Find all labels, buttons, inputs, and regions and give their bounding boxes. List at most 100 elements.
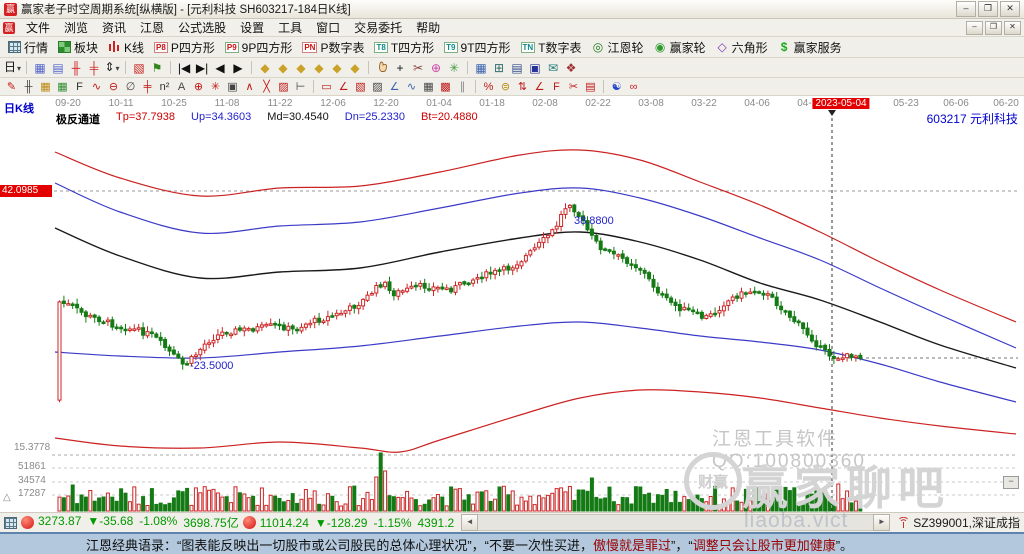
pencil-tool-icon[interactable]: ✎ xyxy=(3,79,20,95)
rays-icon[interactable]: ∠ xyxy=(335,79,352,95)
chart-area[interactable]: 日K线 09-20 10-11 10-25 11-08 11-22 12-06 12-20 0… xyxy=(0,96,1024,514)
gann-diamond-down-icon[interactable]: ◆ xyxy=(310,60,328,76)
mdi-restore-button[interactable]: ❐ xyxy=(985,20,1002,35)
scroll-left-button[interactable]: ◄ xyxy=(461,514,479,531)
calculator-icon[interactable]: ⊞ xyxy=(490,60,508,76)
gann-diamond-out-icon[interactable]: ◆ xyxy=(346,60,364,76)
angle2-icon[interactable]: ∠ xyxy=(531,79,548,95)
box-tool-icon[interactable]: ▣ xyxy=(224,79,241,95)
menu-item-江恩[interactable]: 江恩 xyxy=(133,21,171,35)
panel-icon[interactable]: ▤ xyxy=(582,79,599,95)
scale-toggle-icon[interactable]: ⇕▾ xyxy=(103,59,121,77)
menu-item-设置[interactable]: 设置 xyxy=(233,21,271,35)
ellipse-tool-icon[interactable]: ∅ xyxy=(122,79,139,95)
gann-quote-bar: 江恩经典语录：“图表能反映出一切股市或公司股民的总体心理状况”，“不要一次性买进… xyxy=(0,532,1024,554)
crosshair-tool-icon[interactable]: + xyxy=(391,60,409,76)
last-bar-icon[interactable]: ▶| xyxy=(193,60,211,76)
slash-icon[interactable]: ∥ xyxy=(454,79,471,95)
gann-box-icon[interactable]: ▦ xyxy=(37,79,54,95)
gann-box2-icon[interactable]: ▦ xyxy=(54,79,71,95)
gann-diamond-up-icon[interactable]: ◆ xyxy=(292,60,310,76)
infinity-icon[interactable]: ∞ xyxy=(625,79,642,95)
kline-button[interactable]: K线 xyxy=(103,39,149,56)
cross-tool-icon[interactable]: ╳ xyxy=(258,79,275,95)
gann-diamond-in-icon[interactable]: ◆ xyxy=(328,60,346,76)
hand-tool-icon[interactable] xyxy=(373,59,391,76)
prev-bar-icon[interactable]: ◀ xyxy=(211,60,229,76)
target-tool-icon[interactable]: ⊕ xyxy=(190,79,207,95)
next-bar-icon[interactable]: ▶ xyxy=(229,60,247,76)
shade-icon[interactable]: ▧ xyxy=(352,79,369,95)
overlay-icon[interactable]: ▧ xyxy=(130,60,148,76)
info-panel-icon[interactable]: ▤ xyxy=(49,60,67,76)
period-selector[interactable]: 日▾ xyxy=(3,59,22,77)
tick-tool-icon[interactable]: ⊢ xyxy=(292,79,309,95)
sectors-button[interactable]: 板块 xyxy=(53,39,103,56)
minimize-button[interactable]: – xyxy=(956,1,976,17)
mdi-close-button[interactable]: ✕ xyxy=(1004,20,1021,35)
menu-item-浏览[interactable]: 浏览 xyxy=(57,21,95,35)
menu-item-工具[interactable]: 工具 xyxy=(271,21,309,35)
menu-item-窗口[interactable]: 窗口 xyxy=(309,21,347,35)
percent-line-icon[interactable]: ⊜ xyxy=(497,79,514,95)
save-icon[interactable]: ▣ xyxy=(526,60,544,76)
mdi-minimize-button[interactable]: – xyxy=(966,20,983,35)
grid2-icon[interactable]: ▦ xyxy=(420,79,437,95)
collapse-pane-button[interactable]: − xyxy=(1003,476,1019,489)
menu-item-公式选股[interactable]: 公式选股 xyxy=(171,21,233,35)
grid-icon[interactable] xyxy=(4,516,17,529)
circle-tool-icon[interactable]: ⊖ xyxy=(105,79,122,95)
star-tool-icon[interactable]: ✳ xyxy=(207,79,224,95)
cut-tool-icon[interactable]: ✂ xyxy=(409,60,427,76)
swap-icon[interactable]: ⇅ xyxy=(514,79,531,95)
t-digits-button[interactable]: TN T数字表 xyxy=(516,39,587,56)
magnet-tool-icon[interactable]: ⊕ xyxy=(427,60,445,76)
scissors2-icon[interactable]: ✂ xyxy=(565,79,582,95)
grid-tool-icon[interactable]: ╪ xyxy=(139,79,156,95)
first-bar-icon[interactable]: |◀ xyxy=(175,60,193,76)
fib-tool-icon[interactable]: F xyxy=(71,79,88,95)
text-tool-icon[interactable]: A xyxy=(173,79,190,95)
gann-diamond-left-icon[interactable]: ◆ xyxy=(256,60,274,76)
hexagon-button[interactable]: ◇ 六角形 xyxy=(711,39,773,56)
rect-zone-icon[interactable]: ▭ xyxy=(318,79,335,95)
window-layout-icon[interactable]: ▦ xyxy=(31,60,49,76)
restore-button[interactable]: ❐ xyxy=(978,1,998,17)
hatch-tool-icon[interactable]: ▨ xyxy=(275,79,292,95)
close-button[interactable]: ✕ xyxy=(1000,1,1020,17)
candle-style-icon[interactable]: ╫ xyxy=(67,60,85,76)
measure-tool-icon[interactable]: ✳ xyxy=(445,60,463,76)
spiral-tool-icon[interactable]: ∿ xyxy=(88,79,105,95)
quotes-button[interactable]: 行情 xyxy=(3,39,53,56)
shade2-icon[interactable]: ▨ xyxy=(369,79,386,95)
fib2-icon[interactable]: F xyxy=(548,79,565,95)
winner-service-button[interactable]: $ 赢家服务 xyxy=(773,39,847,56)
wave-tool-icon[interactable]: ∧ xyxy=(241,79,258,95)
p-digits-button[interactable]: PN P数字表 xyxy=(297,39,369,56)
service-cart-icon[interactable]: ❖ xyxy=(562,60,580,76)
candle-style2-icon[interactable]: ╪ xyxy=(85,60,103,76)
winner-wheel-button[interactable]: ◉ 赢家轮 xyxy=(649,39,711,56)
pane-resize-handle[interactable]: △ xyxy=(3,492,11,503)
notes-icon[interactable]: ▤ xyxy=(508,60,526,76)
p9-square-button[interactable]: P9 9P四方形 xyxy=(220,39,297,56)
sine-icon[interactable]: ∿ xyxy=(403,79,420,95)
t-square-button[interactable]: T8 T四方形 xyxy=(369,39,439,56)
ratio-icon[interactable]: % xyxy=(480,79,497,95)
n2-tool-icon[interactable]: n² xyxy=(156,79,173,95)
menu-item-交易委托[interactable]: 交易委托 xyxy=(347,21,409,35)
menu-item-帮助[interactable]: 帮助 xyxy=(409,21,447,35)
p-square-button[interactable]: P8 P四方形 xyxy=(149,39,220,56)
mail-icon[interactable]: ✉ xyxy=(544,60,562,76)
t9-square-button[interactable]: T9 9T四方形 xyxy=(439,39,515,56)
grid3-icon[interactable]: ▩ xyxy=(437,79,454,95)
menu-item-文件[interactable]: 文件 xyxy=(19,21,57,35)
gann-grid-icon[interactable]: ╫ xyxy=(20,79,37,95)
angle-icon[interactable]: ∠ xyxy=(386,79,403,95)
yinyang-icon[interactable]: ☯ xyxy=(608,79,625,95)
menu-item-资讯[interactable]: 资讯 xyxy=(95,21,133,35)
gann-diamond-right-icon[interactable]: ◆ xyxy=(274,60,292,76)
calendar-icon[interactable]: ▦ xyxy=(472,60,490,76)
gann-wheel-button[interactable]: ◎ 江恩轮 xyxy=(587,39,649,56)
flag-icon[interactable]: ⚑ xyxy=(148,60,166,76)
